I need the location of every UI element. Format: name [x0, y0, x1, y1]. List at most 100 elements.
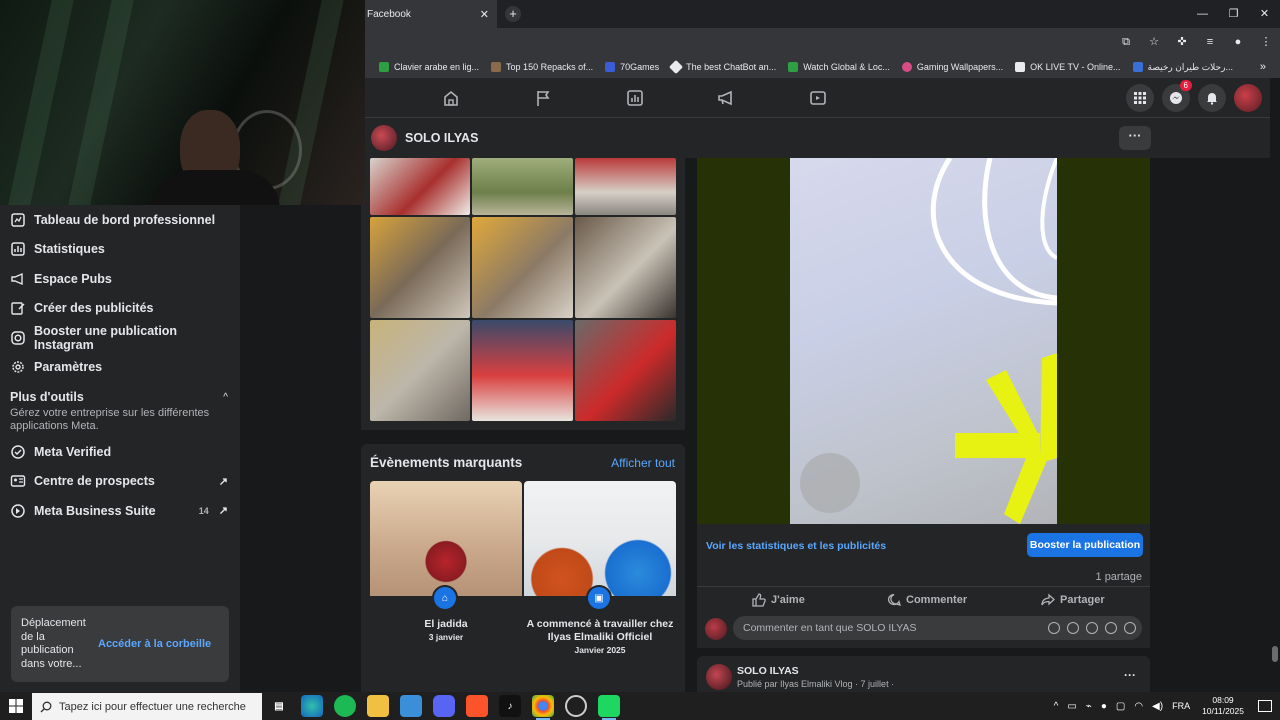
sidebar-item-leads-center[interactable]: Centre de prospects ↗: [0, 467, 240, 497]
stats-and-ads-link[interactable]: Voir les statistiques et les publicités: [706, 540, 886, 552]
discord-icon[interactable]: [433, 695, 455, 717]
profile-avatar[interactable]: [371, 125, 397, 151]
sidebar-item-create-ads[interactable]: Créer des publicités: [0, 294, 240, 324]
profile-more-button[interactable]: ···: [1119, 126, 1151, 150]
avatar-sticker-icon[interactable]: [1048, 622, 1060, 634]
bookmarks-overflow-button[interactable]: »: [1260, 61, 1266, 73]
photo-thumbnail[interactable]: [472, 320, 573, 421]
comment-icon: [887, 593, 901, 606]
chevron-up-icon[interactable]: ^: [223, 392, 228, 403]
sticker-icon[interactable]: [1124, 622, 1136, 634]
menu-grid-button[interactable]: [1126, 84, 1154, 112]
chart-board-icon[interactable]: [626, 89, 644, 107]
close-window-button[interactable]: ✕: [1249, 0, 1280, 28]
messenger-button[interactable]: 6: [1162, 80, 1192, 112]
home-icon[interactable]: [442, 89, 460, 107]
scrollbar-thumb[interactable]: [1272, 646, 1278, 662]
gif-icon[interactable]: [1105, 622, 1117, 634]
bookmark-item[interactable]: 70Games: [605, 62, 659, 72]
app-icon[interactable]: [598, 695, 620, 720]
photo-thumbnail[interactable]: [575, 217, 676, 318]
photo-thumbnail[interactable]: [370, 217, 470, 318]
share-button[interactable]: Partager: [1041, 593, 1105, 607]
see-all-link[interactable]: Afficher tout: [611, 456, 675, 470]
bookmark-item[interactable]: Watch Global & Loc...: [788, 62, 890, 72]
post-more-button[interactable]: ···: [1124, 668, 1136, 682]
bookmark-item[interactable]: Gaming Wallpapers...: [901, 62, 1003, 72]
photo-thumbnail[interactable]: [370, 158, 470, 215]
media-control-icon[interactable]: ≡: [1202, 34, 1218, 50]
bookmark-item[interactable]: The best ChatBot an...: [669, 59, 776, 75]
life-event-item[interactable]: ▣ A commencé à travailler chez Ilyas Elm…: [524, 481, 676, 655]
photo-thumbnail[interactable]: [575, 320, 676, 421]
taskbar-search[interactable]: Tapez ici pour effectuer une recherche: [32, 693, 262, 720]
task-view-icon[interactable]: ▤: [268, 695, 290, 717]
taskbar-clock[interactable]: 08:09 10/11/2025: [1202, 695, 1244, 717]
life-event-item[interactable]: ⌂ El jadida 3 janvier: [370, 481, 522, 642]
sidebar-item-dashboard[interactable]: Tableau de bord professionnel: [0, 205, 240, 235]
volume-icon[interactable]: ◀): [1152, 701, 1163, 712]
microphone-icon[interactable]: ●: [1101, 701, 1107, 712]
megaphone-icon[interactable]: [717, 89, 735, 107]
webcam-overlay: [0, 0, 365, 205]
comment-button[interactable]: Commenter: [887, 593, 967, 607]
battery-icon[interactable]: ▭: [1067, 701, 1076, 712]
language-indicator[interactable]: FRA: [1172, 701, 1190, 711]
post-media[interactable]: [697, 158, 1150, 524]
share-label: Partager: [1060, 594, 1105, 606]
chrome-icon[interactable]: [532, 695, 554, 720]
spotify-icon[interactable]: [334, 695, 356, 717]
display-icon[interactable]: ▢: [1116, 701, 1125, 712]
minimize-button[interactable]: —: [1187, 0, 1218, 28]
emoji-icon[interactable]: [1067, 622, 1079, 634]
edge-icon[interactable]: [301, 695, 323, 717]
bookmark-item[interactable]: Clavier arabe en lig...: [379, 62, 479, 72]
go-to-trash-link[interactable]: Accéder à la corbeille: [98, 638, 211, 650]
sidebar-item-meta-verified[interactable]: Meta Verified: [0, 437, 240, 467]
post-author-avatar[interactable]: [706, 664, 732, 690]
sidebar-item-statistics[interactable]: Statistiques: [0, 235, 240, 265]
network-icon[interactable]: ⌁: [1086, 701, 1092, 712]
account-avatar[interactable]: [1234, 84, 1262, 112]
boost-post-button[interactable]: Booster la publication: [1027, 533, 1143, 557]
like-button[interactable]: J'aime: [752, 593, 805, 607]
photo-thumbnail[interactable]: [575, 158, 676, 215]
camera-icon[interactable]: [1086, 622, 1098, 634]
tab-close-icon[interactable]: ✕: [480, 8, 489, 21]
page-scrollbar[interactable]: [1270, 78, 1280, 692]
sidebar-item-ads-space[interactable]: Espace Pubs: [0, 264, 240, 294]
post-author-name[interactable]: SOLO ILYAS: [737, 665, 799, 677]
share-count[interactable]: 1 partage: [1096, 571, 1142, 583]
sidebar-item-business-suite[interactable]: Meta Business Suite 14 ↗: [0, 496, 240, 526]
extensions-icon[interactable]: ✜: [1174, 34, 1190, 50]
photo-thumbnail[interactable]: [472, 217, 573, 318]
browser-tab[interactable]: Facebook ✕: [365, 0, 497, 28]
bookmark-item[interactable]: رحلات طيران رخيصة...: [1132, 62, 1233, 73]
install-app-icon[interactable]: ⧉: [1118, 34, 1134, 50]
clock-app-icon[interactable]: [565, 695, 587, 717]
notifications-button[interactable]: [1198, 84, 1226, 112]
tiktok-icon[interactable]: ♪: [499, 695, 521, 717]
flag-icon[interactable]: [534, 89, 552, 107]
new-tab-button[interactable]: +: [505, 6, 521, 22]
wifi-icon[interactable]: ◠: [1134, 701, 1143, 712]
profile-icon[interactable]: ●: [1230, 34, 1246, 50]
sidebar-item-boost-instagram[interactable]: Booster une publication Instagram: [0, 323, 240, 353]
photo-thumbnail[interactable]: [472, 158, 573, 215]
browser-menu-icon[interactable]: ⋮: [1258, 34, 1274, 50]
sidebar-item-settings[interactable]: Paramètres: [0, 353, 240, 383]
video-icon[interactable]: [809, 89, 827, 107]
store-icon[interactable]: [400, 695, 422, 717]
chevron-up-icon[interactable]: ^: [1054, 701, 1059, 712]
brave-icon[interactable]: [466, 695, 488, 717]
file-explorer-icon[interactable]: [367, 695, 389, 717]
photo-thumbnail[interactable]: [370, 320, 470, 421]
bookmark-star-icon[interactable]: ☆: [1146, 34, 1162, 50]
restore-button[interactable]: ❐: [1218, 0, 1249, 28]
edit-icon: [10, 300, 26, 316]
bookmark-item[interactable]: Top 150 Repacks of...: [491, 62, 593, 72]
windows-start-icon[interactable]: [9, 699, 23, 713]
profile-name[interactable]: SOLO ILYAS: [405, 131, 478, 145]
bookmark-item[interactable]: OK LIVE TV - Online...: [1015, 62, 1121, 72]
notification-center-icon[interactable]: [1258, 700, 1272, 712]
